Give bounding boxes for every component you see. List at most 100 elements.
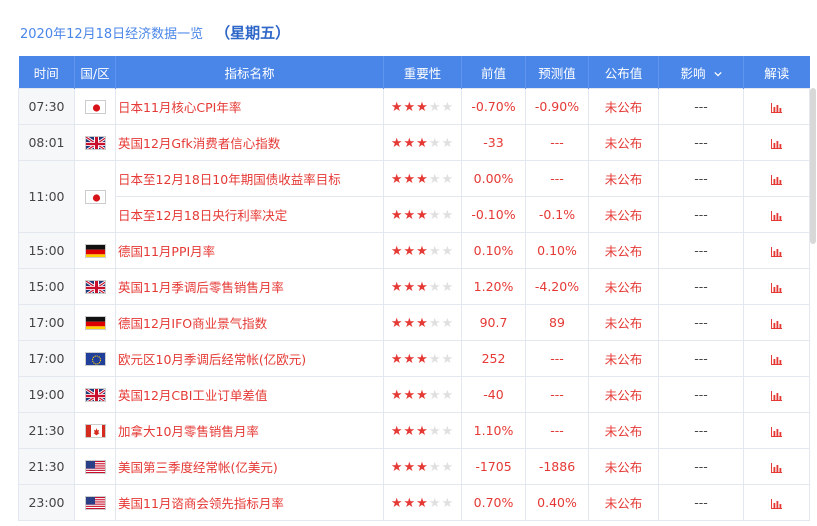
table-row: 23:00 美国11月谘商会领先指标月率 ★★★★★ 0.70% 0.40% 未公布 --- (18, 484, 810, 521)
star-rating-icon: ★★★★★ (390, 351, 455, 367)
germany-flag-icon (84, 316, 106, 331)
interpretation-button[interactable] (743, 484, 810, 521)
previous-value: -40 (461, 376, 526, 413)
uk-flag-icon (84, 280, 106, 295)
actual-value: 未公布 (588, 88, 659, 125)
star-rating-icon: ★★★★★ (390, 315, 455, 331)
importance-stars: ★★★★★ (383, 448, 462, 485)
interpretation-button[interactable] (743, 268, 810, 305)
importance-stars: ★★★★★ (383, 196, 462, 233)
chevron-down-icon (713, 71, 722, 77)
actual-value: 未公布 (588, 160, 659, 197)
star-rating-icon: ★★★★★ (390, 459, 455, 475)
forecast-value: 0.40% (525, 484, 589, 521)
country-flag-cell (74, 376, 116, 413)
star-rating-icon: ★★★★★ (390, 495, 455, 511)
star-rating-icon: ★★★★★ (390, 279, 455, 295)
bar-chart-icon (771, 318, 782, 329)
importance-stars: ★★★★★ (383, 304, 462, 341)
impact-value: --- (658, 304, 744, 341)
interpretation-button[interactable] (743, 88, 810, 125)
time-cell: 08:01 (18, 124, 75, 161)
forecast-value: -1886 (525, 448, 589, 485)
interpretation-button[interactable] (743, 340, 810, 377)
actual-value: 未公布 (588, 484, 659, 521)
previous-value: 1.20% (461, 268, 526, 305)
impact-value: --- (658, 124, 744, 161)
previous-value: -0.10% (461, 196, 526, 233)
table-header-row: 时间 国/区 指标名称 重要性 前值 预测值 公布值 影响 解读 (18, 56, 810, 89)
country-flag-cell (74, 340, 116, 377)
table-row: 07:30 日本11月核心CPI年率 ★★★★★ -0.70% -0.90% 未公布 --- (18, 88, 810, 125)
interpretation-button[interactable] (743, 304, 810, 341)
country-flag-cell (74, 484, 116, 521)
country-flag-cell (74, 448, 116, 485)
vertical-scrollbar[interactable] (809, 0, 817, 526)
impact-value: --- (658, 268, 744, 305)
country-flag-cell (74, 160, 116, 233)
table-row: 08:01 英国12月Gfk消费者信心指数 ★★★★★ -33 --- 未公布 --- (18, 124, 810, 161)
impact-value: --- (658, 160, 744, 197)
interpretation-button[interactable] (743, 448, 810, 485)
bar-chart-icon (771, 498, 782, 509)
actual-value: 未公布 (588, 268, 659, 305)
importance-stars: ★★★★★ (383, 340, 462, 377)
time-cell: 17:00 (18, 304, 75, 341)
interpretation-button[interactable] (743, 376, 810, 413)
bar-chart-icon (771, 138, 782, 149)
actual-value: 未公布 (588, 376, 659, 413)
bar-chart-icon (771, 102, 782, 113)
scrollbar-thumb[interactable] (810, 88, 816, 244)
previous-value: 0.10% (461, 232, 526, 269)
interpretation-button[interactable] (743, 412, 810, 449)
forecast-value: --- (525, 160, 589, 197)
previous-value: -1705 (461, 448, 526, 485)
indicator-name: 欧元区10月季调后经常帐(亿欧元) (115, 340, 384, 377)
table-row: 17:00 德国12月IFO商业景气指数 ★★★★★ 90.7 89 未公布 --- (18, 304, 810, 341)
time-cell: 21:30 (18, 448, 75, 485)
importance-stars: ★★★★★ (383, 160, 462, 197)
impact-value: --- (658, 448, 744, 485)
bar-chart-icon (771, 246, 782, 257)
time-cell: 15:00 (18, 268, 75, 305)
impact-value: --- (658, 88, 744, 125)
country-flag-cell (74, 304, 116, 341)
col-interpretation: 解读 (743, 56, 810, 89)
forecast-value: -0.1% (525, 196, 589, 233)
indicator-name: 英国12月Gfk消费者信心指数 (115, 124, 384, 161)
impact-value: --- (658, 484, 744, 521)
col-impact-label: 影响 (680, 65, 706, 81)
star-rating-icon: ★★★★★ (390, 135, 455, 151)
interpretation-button[interactable] (743, 196, 810, 233)
indicator-name: 美国第三季度经常帐(亿美元) (115, 448, 384, 485)
star-rating-icon: ★★★★★ (390, 207, 455, 223)
importance-stars: ★★★★★ (383, 88, 462, 125)
forecast-value: --- (525, 340, 589, 377)
table-row: 21:30 加拿大10月零售销售月率 ★★★★★ 1.10% --- 未公布 --- (18, 412, 810, 449)
table-row: 15:00 德国11月PPI月率 ★★★★★ 0.10% 0.10% 未公布 --- (18, 232, 810, 269)
interpretation-button[interactable] (743, 160, 810, 197)
eu-flag-icon (84, 352, 106, 367)
star-rating-icon: ★★★★★ (390, 387, 455, 403)
interpretation-button[interactable] (743, 232, 810, 269)
interpretation-button[interactable] (743, 124, 810, 161)
uk-flag-icon (84, 388, 106, 403)
importance-stars: ★★★★★ (383, 124, 462, 161)
time-cell: 07:30 (18, 88, 75, 125)
star-rating-icon: ★★★★★ (390, 423, 455, 439)
previous-value: -0.70% (461, 88, 526, 125)
bar-chart-icon (771, 426, 782, 437)
forecast-value: 89 (525, 304, 589, 341)
bar-chart-icon (771, 462, 782, 473)
us-flag-icon (84, 496, 106, 511)
col-impact-dropdown[interactable]: 影响 (658, 56, 744, 89)
star-rating-icon: ★★★★★ (390, 171, 455, 187)
previous-value: 0.00% (461, 160, 526, 197)
previous-value: 1.10% (461, 412, 526, 449)
forecast-value: -4.20% (525, 268, 589, 305)
weekday-label: （星期五） (215, 24, 291, 42)
actual-value: 未公布 (588, 232, 659, 269)
us-flag-icon (84, 460, 106, 475)
indicator-name: 加拿大10月零售销售月率 (115, 412, 384, 449)
uk-flag-icon (84, 136, 106, 151)
